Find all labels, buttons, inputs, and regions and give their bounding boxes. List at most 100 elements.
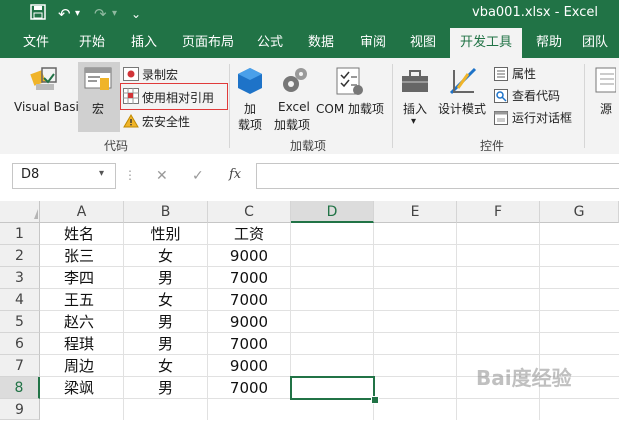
row-header-4[interactable]: 4	[0, 289, 40, 311]
row-header-6[interactable]: 6	[0, 333, 40, 355]
formula-bar-grip-icon: ⋮	[124, 168, 136, 182]
tab-help[interactable]: 帮助	[528, 28, 570, 58]
window-title: vba001.xlsx - Excel	[472, 5, 599, 20]
column-header-d[interactable]: D	[291, 201, 374, 223]
cell-a1[interactable]: 姓名	[40, 223, 124, 245]
cell-a8[interactable]: 梁飒	[40, 377, 124, 399]
enter-icon[interactable]: ✓	[192, 168, 204, 184]
column-header-g[interactable]: G	[540, 201, 619, 223]
source-button[interactable]: 源	[600, 100, 612, 117]
cancel-icon[interactable]: ✕	[156, 168, 168, 184]
undo-icon[interactable]: ↶	[58, 4, 71, 24]
cell-c6[interactable]: 7000	[208, 333, 291, 355]
cell-b3[interactable]: 男	[124, 267, 208, 289]
row-header-9[interactable]: 9	[0, 399, 40, 420]
fill-handle[interactable]	[371, 396, 379, 404]
column-header-f[interactable]: F	[457, 201, 540, 223]
cell-c5[interactable]: 9000	[208, 311, 291, 333]
row-header-2[interactable]: 2	[0, 245, 40, 267]
visual-basic-button[interactable]: Visual Basic	[14, 100, 85, 114]
group-separator	[392, 64, 393, 148]
cell-b8[interactable]: 男	[124, 377, 208, 399]
excel-addins-label-line2: 加载项	[274, 118, 311, 132]
cell-b4[interactable]: 女	[124, 289, 208, 311]
ribbon-tabs: 文件 开始 插入 页面布局 公式 数据 审阅 视图 开发工具 帮助 团队	[0, 28, 619, 58]
column-header-a[interactable]: A	[40, 201, 124, 223]
cell-a7[interactable]: 周边	[40, 355, 124, 377]
source-icon	[594, 66, 617, 100]
undo-dropdown-icon[interactable]: ▾	[75, 4, 80, 24]
group-separator	[584, 64, 585, 148]
tab-formulas[interactable]: 公式	[248, 28, 292, 58]
tab-view[interactable]: 视图	[400, 28, 446, 58]
cell-b1[interactable]: 性别	[124, 223, 208, 245]
name-box[interactable]: D8 ▾	[12, 163, 116, 189]
row-header-3[interactable]: 3	[0, 267, 40, 289]
cell-c7[interactable]: 9000	[208, 355, 291, 377]
column-header-e[interactable]: E	[374, 201, 457, 223]
cell-a6[interactable]: 程琪	[40, 333, 124, 355]
cell-a4[interactable]: 王五	[40, 289, 124, 311]
com-addins-button[interactable]: COM 加载项	[316, 100, 384, 117]
tab-data[interactable]: 数据	[298, 28, 344, 58]
row-header-5[interactable]: 5	[0, 311, 40, 333]
insert-dropdown-icon[interactable]: ▾	[411, 116, 416, 127]
cell-c8[interactable]: 7000	[208, 377, 291, 399]
tab-developer[interactable]: 开发工具	[450, 28, 522, 58]
code-group-label: 代码	[104, 139, 129, 153]
tab-review[interactable]: 审阅	[350, 28, 396, 58]
use-relative-references-button[interactable]: 使用相对引用	[142, 89, 214, 106]
row-header-8[interactable]: 8	[0, 377, 40, 399]
tab-home[interactable]: 开始	[70, 28, 114, 58]
gear-icon	[280, 66, 308, 100]
cell-c2[interactable]: 9000	[208, 245, 291, 267]
addins-icon	[236, 66, 264, 100]
column-header-b[interactable]: B	[124, 201, 208, 223]
run-dialog-button[interactable]: 运行对话框	[512, 109, 572, 126]
active-cell-d8[interactable]	[290, 376, 375, 400]
row-header-1[interactable]: 1	[0, 223, 40, 245]
tab-team[interactable]: 团队	[574, 28, 616, 58]
addins-button-line2: 载项	[238, 118, 263, 132]
cell-b5[interactable]: 男	[124, 311, 208, 333]
name-box-dropdown-icon[interactable]: ▾	[99, 168, 104, 179]
redo-icon[interactable]: ↷	[94, 4, 107, 24]
ribbon: Visual Basic 宏 录制宏 使用相对引用 宏安全性 代码 加 载项 E…	[0, 58, 619, 155]
column-header-c[interactable]: C	[208, 201, 291, 223]
cell-c4[interactable]: 7000	[208, 289, 291, 311]
cell-b2[interactable]: 女	[124, 245, 208, 267]
view-code-button[interactable]: 查看代码	[512, 87, 560, 104]
insert-control-button[interactable]: 插入	[403, 100, 427, 117]
cell-c3[interactable]: 7000	[208, 267, 291, 289]
cell-b7[interactable]: 女	[124, 355, 208, 377]
visual-basic-icon	[30, 66, 60, 96]
customize-qat-icon[interactable]: ⌄	[131, 4, 141, 24]
cell-a2[interactable]: 张三	[40, 245, 124, 267]
warning-icon	[123, 113, 139, 132]
addins-button[interactable]: 加	[244, 100, 256, 117]
formula-input[interactable]	[256, 163, 619, 189]
cell-a5[interactable]: 赵六	[40, 311, 124, 333]
macros-label: 宏	[92, 102, 105, 116]
tab-file[interactable]: 文件	[14, 28, 58, 58]
cell-a3[interactable]: 李四	[40, 267, 124, 289]
select-all-button[interactable]	[0, 201, 40, 223]
excel-addins-button[interactable]: Excel	[278, 100, 310, 114]
redo-dropdown-icon[interactable]: ▾	[112, 4, 117, 24]
record-macro-button[interactable]: 录制宏	[142, 66, 178, 83]
cell-c1[interactable]: 工资	[208, 223, 291, 245]
row-header-7[interactable]: 7	[0, 355, 40, 377]
tab-insert[interactable]: 插入	[122, 28, 166, 58]
tab-page-layout[interactable]: 页面布局	[176, 28, 240, 58]
save-icon[interactable]	[30, 4, 46, 25]
empty-row-9[interactable]	[40, 399, 291, 420]
cell-b6[interactable]: 男	[124, 333, 208, 355]
watermark: Bai度经验	[476, 366, 572, 390]
toolbox-icon	[400, 68, 430, 98]
design-mode-button[interactable]: 设计模式	[438, 100, 486, 117]
relative-references-icon	[123, 88, 139, 108]
insert-function-icon[interactable]: fx	[229, 167, 241, 182]
properties-button[interactable]: 属性	[512, 65, 536, 82]
design-mode-icon	[448, 66, 478, 100]
macro-security-button[interactable]: 宏安全性	[142, 113, 190, 130]
